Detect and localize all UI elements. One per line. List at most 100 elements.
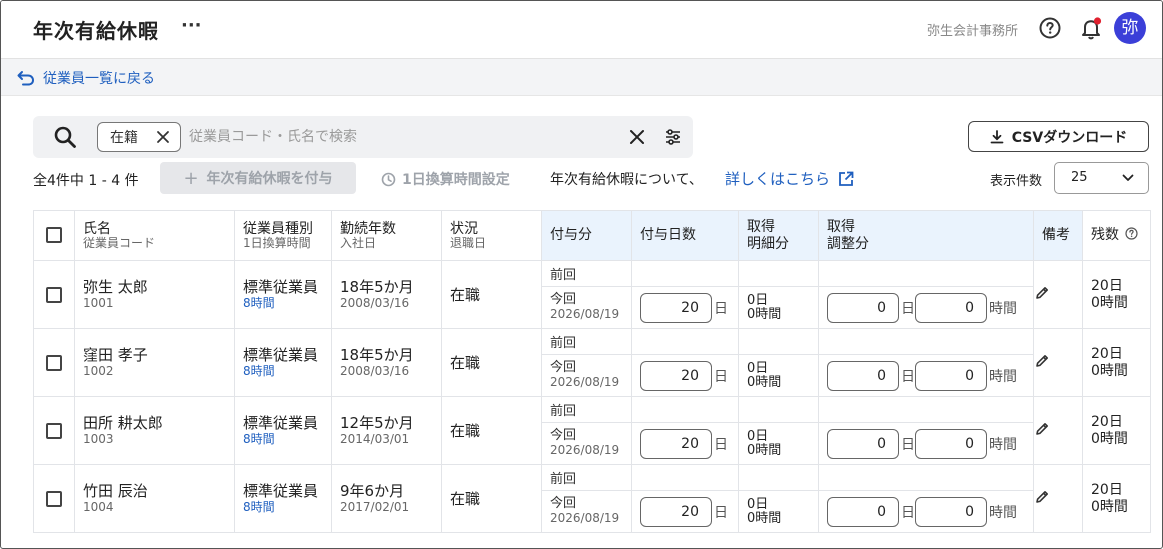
employee-code: 1004 — [83, 500, 114, 515]
back-link-label: 従業員一覧に戻る — [43, 71, 155, 87]
join-date: 2014/03/01 — [340, 432, 410, 447]
header-remaining: 残数 — [1082, 210, 1151, 261]
clear-search-icon[interactable] — [629, 129, 645, 145]
chip-remove-icon[interactable] — [156, 130, 170, 144]
employee-name-cell: 田所 耕太郎 1003 — [74, 396, 235, 465]
edit-pencil-icon[interactable] — [1034, 490, 1050, 509]
status-cell: 在職 — [441, 260, 542, 329]
employment-status-chip[interactable]: 在籍 — [97, 122, 181, 152]
tenure: 12年5か月 — [340, 414, 414, 433]
employee-type: 標準従業員 — [243, 278, 319, 297]
previous-taken-detail — [738, 396, 819, 423]
grant-days-input[interactable] — [640, 496, 712, 527]
employee-name-cell: 窪田 孝子 1002 — [74, 328, 235, 397]
adjustment-days-input[interactable] — [827, 496, 899, 527]
select-all-checkbox[interactable] — [46, 227, 62, 244]
per-page-select[interactable]: 25 — [1054, 162, 1149, 194]
previous-taken-detail — [738, 464, 819, 491]
grant-days-input[interactable] — [640, 360, 712, 391]
row-checkbox[interactable] — [46, 354, 62, 371]
grant-days-input[interactable] — [640, 292, 712, 323]
header-grant: 付与分 — [541, 210, 632, 261]
previous-grant-days — [631, 464, 739, 491]
note-cell — [1033, 328, 1083, 397]
select-all-cell — [33, 210, 75, 261]
employment-status: 在職 — [450, 285, 481, 304]
adjustment-days-input[interactable] — [827, 360, 899, 391]
note-cell — [1033, 464, 1083, 533]
day-unit: 日 — [901, 300, 915, 317]
remaining-hours: 0時間 — [1091, 362, 1128, 379]
hour-unit: 時間 — [989, 368, 1017, 385]
daily-hours-link[interactable]: 8時間 — [243, 500, 323, 514]
help-icon[interactable] — [1039, 17, 1061, 39]
adjustment-hours-input[interactable] — [915, 292, 987, 323]
taken-adjustment-cell: 日 時間 — [818, 490, 1034, 533]
header-name-label: 氏名 — [83, 220, 111, 237]
notification-bell-icon[interactable] — [1079, 16, 1103, 40]
grant-days-cell: 日 — [631, 286, 739, 329]
grant-days-input[interactable] — [640, 428, 712, 459]
daily-hours-link[interactable]: 8時間 — [243, 296, 323, 310]
adjustment-days-input[interactable] — [827, 428, 899, 459]
details-link[interactable]: 詳しくはこちら — [725, 168, 854, 189]
edit-pencil-icon[interactable] — [1034, 286, 1050, 305]
previous-grant-label: 前回 — [541, 464, 632, 491]
clock-icon — [381, 172, 396, 186]
header-name[interactable]: 氏名 従業員コード — [74, 210, 235, 261]
edit-pencil-icon[interactable] — [1034, 354, 1050, 373]
previous-grant-days — [631, 260, 739, 287]
previous-grant-label: 前回 — [541, 260, 632, 287]
previous-taken-adjustment — [818, 260, 1034, 287]
user-avatar[interactable]: 弥 — [1114, 12, 1146, 44]
current-grant-date: 2026/08/19 — [550, 511, 620, 526]
employee-type-cell: 標準従業員 8時間 — [234, 464, 332, 533]
adjustment-hours-input[interactable] — [915, 428, 987, 459]
row-checkbox[interactable] — [46, 490, 62, 507]
taken-adjustment-cell: 日 時間 — [818, 422, 1034, 465]
employee-name-cell: 竹田 辰治 1004 — [74, 464, 235, 533]
taken-detail-cell: 0日 0時間 — [738, 422, 819, 465]
header-taken-detail-line1: 取得 — [747, 219, 775, 236]
daily-hours-link[interactable]: 8時間 — [243, 364, 323, 378]
edit-pencil-icon[interactable] — [1034, 422, 1050, 441]
day-unit: 日 — [714, 300, 728, 317]
taken-detail-cell: 0日 0時間 — [738, 286, 819, 329]
current-grant-label: 今回 — [550, 292, 577, 308]
adjustment-days-input[interactable] — [827, 292, 899, 323]
taken-hours: 0時間 — [747, 442, 782, 458]
header-taken-adj-line1: 取得 — [827, 219, 855, 236]
adjustment-hours-input[interactable] — [915, 496, 987, 527]
result-count: 全4件中 1 - 4 件 — [33, 173, 139, 189]
header-type: 従業員種別 1日換算時間 — [234, 210, 332, 261]
info-help-icon[interactable] — [1125, 227, 1139, 241]
employee-name: 窪田 孝子 — [83, 346, 148, 365]
current-grant-date: 2026/08/19 — [550, 375, 620, 390]
daily-hours-link[interactable]: 8時間 — [243, 432, 323, 446]
search-input[interactable] — [189, 124, 609, 150]
row-checkbox[interactable] — [46, 286, 62, 303]
hour-unit: 時間 — [989, 300, 1017, 317]
daily-hours-setting-link[interactable]: 1日換算時間設定 — [381, 169, 510, 189]
remaining-hours: 0時間 — [1091, 294, 1128, 311]
remaining-days: 20日 — [1091, 277, 1123, 294]
employee-code: 1003 — [83, 432, 114, 447]
row-checkbox[interactable] — [46, 422, 62, 439]
day-unit: 日 — [714, 504, 728, 521]
header-status-label: 状況 — [450, 220, 478, 237]
search-icon[interactable] — [53, 125, 77, 149]
back-to-employee-list-link[interactable]: 従業員一覧に戻る — [17, 68, 155, 88]
about-leave-text: 年次有給休暇について、 — [550, 172, 703, 188]
app-header: 年次有給休暇 ··· 弥生会計事務所 弥 — [1, 1, 1162, 59]
grant-leave-button[interactable]: + 年次有給休暇を付与 — [160, 162, 356, 194]
header-taken-adjustment: 取得 調整分 — [818, 210, 1034, 261]
note-cell — [1033, 396, 1083, 465]
remaining-cell: 20日 0時間 — [1082, 260, 1151, 329]
return-arrow-icon — [17, 71, 35, 86]
adjustment-hours-input[interactable] — [915, 360, 987, 391]
plus-icon: + — [183, 167, 199, 189]
more-options-button[interactable]: ··· — [181, 15, 202, 36]
filter-settings-icon[interactable] — [665, 128, 681, 146]
csv-download-button[interactable]: CSVダウンロード — [968, 121, 1149, 152]
previous-taken-adjustment — [818, 328, 1034, 355]
